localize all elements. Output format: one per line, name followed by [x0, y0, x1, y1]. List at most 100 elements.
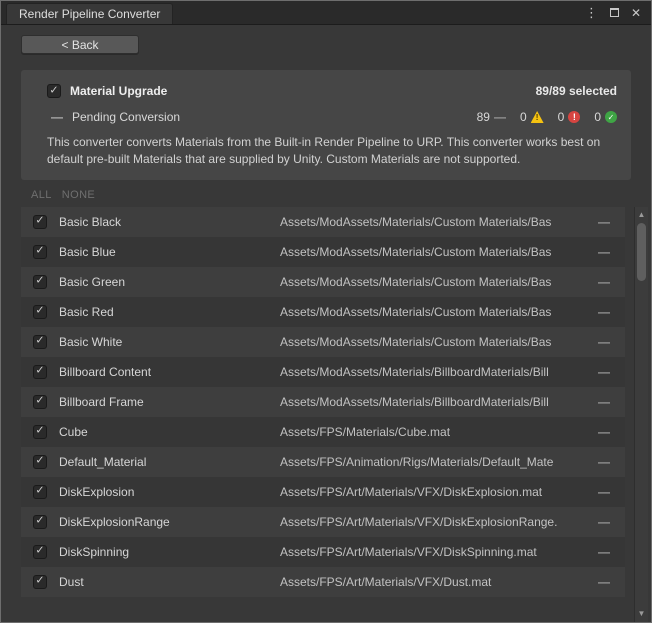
item-status-dash-icon: —	[583, 485, 625, 499]
list-item[interactable]: ✓ DiskExplosionRange Assets/FPS/Art/Mate…	[21, 507, 625, 537]
list-item[interactable]: ✓ Default_Material Assets/FPS/Animation/…	[21, 447, 625, 477]
list-item[interactable]: ✓ DiskSpinning Assets/FPS/Art/Materials/…	[21, 537, 625, 567]
item-name: Basic Blue	[59, 245, 280, 259]
item-checkbox[interactable]: ✓	[33, 545, 47, 559]
item-status-dash-icon: —	[583, 305, 625, 319]
checkmark-icon: ✓	[35, 576, 44, 587]
scroll-up-icon[interactable]: ▲	[638, 209, 646, 221]
item-name: Dust	[59, 575, 280, 589]
item-name: Billboard Frame	[59, 395, 280, 409]
converter-checkbox[interactable]: ✓	[47, 84, 61, 98]
item-status-dash-icon: —	[583, 275, 625, 289]
selected-summary: 89/89 selected	[536, 84, 617, 98]
render-pipeline-converter-window: Render Pipeline Converter ⋮ ✕ < Back ✓ M…	[0, 0, 652, 623]
scroll-down-icon[interactable]: ▼	[638, 608, 646, 620]
item-name: Default_Material	[59, 455, 280, 469]
scrollbar-track[interactable]	[635, 221, 648, 608]
item-checkbox[interactable]: ✓	[33, 575, 47, 589]
item-path: Assets/ModAssets/Materials/Custom Materi…	[280, 245, 583, 259]
converter-title: Material Upgrade	[70, 84, 167, 98]
checkmark-icon: ✓	[35, 546, 44, 557]
item-checkbox[interactable]: ✓	[33, 275, 47, 289]
maximize-icon[interactable]	[610, 8, 619, 17]
checkmark-icon: ✓	[49, 85, 58, 96]
item-path: Assets/ModAssets/Materials/Custom Materi…	[280, 335, 583, 349]
list-item[interactable]: ✓ Dust Assets/FPS/Art/Materials/VFX/Dust…	[21, 567, 625, 597]
checkmark-icon: ✓	[35, 396, 44, 407]
checkmark-icon: ✓	[35, 336, 44, 347]
window-tab-title: Render Pipeline Converter	[19, 7, 160, 21]
item-checkbox[interactable]: ✓	[33, 215, 47, 229]
title-bar: Render Pipeline Converter ⋮ ✕	[1, 1, 651, 25]
window-controls: ⋮ ✕	[585, 1, 651, 24]
checkmark-icon: ✓	[35, 306, 44, 317]
select-all-button[interactable]: ALL	[31, 189, 52, 201]
checkmark-icon: ✓	[35, 426, 44, 437]
item-status-dash-icon: —	[583, 215, 625, 229]
checkmark-icon: ✓	[35, 486, 44, 497]
item-status-dash-icon: —	[583, 395, 625, 409]
list-item[interactable]: ✓ DiskExplosion Assets/FPS/Art/Materials…	[21, 477, 625, 507]
error-count-group: 0 !	[558, 110, 581, 124]
checkmark-icon: ✓	[35, 276, 44, 287]
item-checkbox[interactable]: ✓	[33, 425, 47, 439]
item-name: Basic Black	[59, 215, 280, 229]
item-checkbox[interactable]: ✓	[33, 365, 47, 379]
vertical-scrollbar[interactable]: ▲ ▼	[634, 207, 648, 622]
list-item[interactable]: ✓ Billboard Frame Assets/ModAssets/Mater…	[21, 387, 625, 417]
window-tab[interactable]: Render Pipeline Converter	[6, 3, 173, 24]
item-path: Assets/ModAssets/Materials/BillboardMate…	[280, 365, 583, 379]
foldout-dash-icon[interactable]: —	[51, 110, 63, 124]
item-name: DiskSpinning	[59, 545, 280, 559]
item-path: Assets/FPS/Art/Materials/VFX/DiskExplosi…	[280, 515, 583, 529]
list-item[interactable]: ✓ Basic Black Assets/ModAssets/Materials…	[21, 207, 625, 237]
item-name: Cube	[59, 425, 280, 439]
status-counts: 89 — 0 0 ! 0 ✓	[477, 110, 617, 124]
close-icon[interactable]: ✕	[631, 7, 641, 19]
success-count: 0	[594, 110, 601, 124]
item-checkbox[interactable]: ✓	[33, 485, 47, 499]
item-status-dash-icon: —	[583, 335, 625, 349]
list-item[interactable]: ✓ Billboard Content Assets/ModAssets/Mat…	[21, 357, 625, 387]
item-name: Basic Red	[59, 305, 280, 319]
list-item[interactable]: ✓ Basic Green Assets/ModAssets/Materials…	[21, 267, 625, 297]
pending-count: 89	[477, 110, 490, 124]
list-selection-header: ALL NONE	[31, 189, 651, 201]
item-status-dash-icon: —	[583, 545, 625, 559]
list-region: ✓ Basic Black Assets/ModAssets/Materials…	[1, 207, 651, 622]
item-status-dash-icon: —	[583, 245, 625, 259]
pending-conversion-row: — Pending Conversion 89 — 0 0 !	[35, 104, 617, 132]
item-name: DiskExplosionRange	[59, 515, 280, 529]
item-checkbox[interactable]: ✓	[33, 455, 47, 469]
checkmark-icon: ✓	[35, 516, 44, 527]
checkmark-icon: ✓	[35, 366, 44, 377]
item-checkbox[interactable]: ✓	[33, 245, 47, 259]
pending-count-group: 89 —	[477, 110, 506, 124]
converter-panel: ✓ Material Upgrade 89/89 selected — Pend…	[21, 70, 631, 180]
item-checkbox[interactable]: ✓	[33, 335, 47, 349]
item-checkbox[interactable]: ✓	[33, 515, 47, 529]
item-path: Assets/FPS/Art/Materials/VFX/DiskSpinnin…	[280, 545, 583, 559]
item-name: Basic White	[59, 335, 280, 349]
item-status-dash-icon: —	[583, 575, 625, 589]
success-icon: ✓	[605, 111, 617, 123]
scrollbar-thumb[interactable]	[637, 223, 646, 281]
window-menu-icon[interactable]: ⋮	[585, 6, 598, 19]
item-name: DiskExplosion	[59, 485, 280, 499]
select-none-button[interactable]: NONE	[62, 189, 95, 201]
item-name: Billboard Content	[59, 365, 280, 379]
item-path: Assets/FPS/Art/Materials/VFX/Dust.mat	[280, 575, 583, 589]
checkmark-icon: ✓	[35, 456, 44, 467]
item-checkbox[interactable]: ✓	[33, 305, 47, 319]
back-button[interactable]: < Back	[21, 35, 139, 54]
list-item[interactable]: ✓ Basic Red Assets/ModAssets/Materials/C…	[21, 297, 625, 327]
item-checkbox[interactable]: ✓	[33, 395, 47, 409]
item-path: Assets/ModAssets/Materials/Custom Materi…	[280, 215, 583, 229]
pending-conversion-label: Pending Conversion	[72, 110, 180, 124]
list-item[interactable]: ✓ Basic Blue Assets/ModAssets/Materials/…	[21, 237, 625, 267]
item-name: Basic Green	[59, 275, 280, 289]
error-icon: !	[568, 111, 580, 123]
list-item[interactable]: ✓ Cube Assets/FPS/Materials/Cube.mat —	[21, 417, 625, 447]
item-path: Assets/FPS/Art/Materials/VFX/DiskExplosi…	[280, 485, 583, 499]
list-item[interactable]: ✓ Basic White Assets/ModAssets/Materials…	[21, 327, 625, 357]
